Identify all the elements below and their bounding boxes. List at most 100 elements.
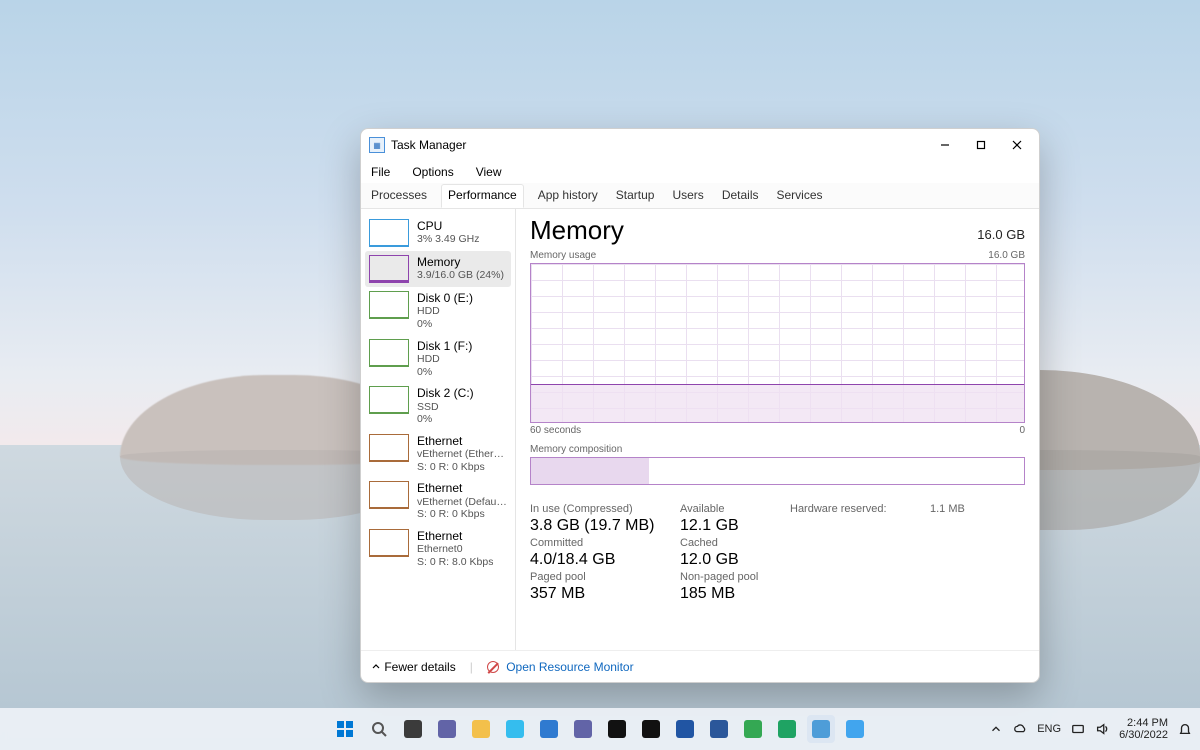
stat-nonpaged-label: Non-paged pool <box>680 571 790 583</box>
tab-details[interactable]: Details <box>718 184 763 208</box>
resource-name: CPU <box>417 219 479 233</box>
resource-sub2: 0% <box>417 413 474 426</box>
window-title: Task Manager <box>391 138 466 152</box>
memory-stats: In use (Compressed) Available Hardware r… <box>530 503 1025 603</box>
resource-sub2: 0% <box>417 366 472 379</box>
resource-name: Ethernet <box>417 481 507 495</box>
chart-label-br: 0 <box>1019 425 1025 436</box>
resource-item-eth-6[interactable]: EthernetvEthernet (Default ...S: 0 R: 0 … <box>365 477 511 525</box>
resource-name: Disk 1 (F:) <box>417 339 472 353</box>
taskbar-start-icon[interactable] <box>331 715 359 743</box>
notifications-icon[interactable] <box>1178 722 1192 736</box>
stat-hw-value: 1.1 MB <box>930 503 990 515</box>
detail-total: 16.0 GB <box>977 227 1025 242</box>
taskbar-search-icon[interactable] <box>365 715 393 743</box>
disk-thumb-icon <box>369 339 409 367</box>
stat-inuse-label: In use (Compressed) <box>530 503 680 515</box>
taskbar-calc-icon[interactable] <box>671 715 699 743</box>
tab-services[interactable]: Services <box>773 184 827 208</box>
resource-sub1: 3% 3.49 GHz <box>417 233 479 246</box>
tab-users[interactable]: Users <box>668 184 707 208</box>
taskbar-file-explorer-icon[interactable] <box>467 715 495 743</box>
close-button[interactable] <box>999 131 1035 159</box>
stat-committed-value: 4.0/18.4 GB <box>530 551 680 569</box>
tab-processes[interactable]: Processes <box>367 184 431 208</box>
volume-icon[interactable] <box>1095 722 1109 736</box>
taskbar-chrome-icon[interactable] <box>739 715 767 743</box>
eth-thumb-icon <box>369 434 409 462</box>
resource-item-mem-1[interactable]: Memory3.9/16.0 GB (24%) <box>365 251 511 287</box>
menu-view[interactable]: View <box>472 163 506 181</box>
fewer-details-button[interactable]: Fewer details <box>371 660 456 674</box>
chevron-up-icon[interactable] <box>989 722 1003 736</box>
resource-item-disk-4[interactable]: Disk 2 (C:)SSD0% <box>365 382 511 430</box>
tab-startup[interactable]: Startup <box>612 184 659 208</box>
cloud-icon[interactable] <box>1013 722 1027 736</box>
network-icon[interactable] <box>1071 722 1085 736</box>
taskbar-photos-icon[interactable] <box>841 715 869 743</box>
resource-sub1: vEthernet (Default ... <box>417 496 507 509</box>
chart-label-tl: Memory usage <box>530 250 596 261</box>
taskbar-video-icon[interactable] <box>569 715 597 743</box>
taskbar-word-icon[interactable] <box>705 715 733 743</box>
mem-thumb-icon <box>369 255 409 283</box>
taskbar-edge-dev-icon[interactable] <box>773 715 801 743</box>
menu-options[interactable]: Options <box>408 163 457 181</box>
resource-item-eth-7[interactable]: EthernetEthernet0S: 0 R: 8.0 Kbps <box>365 525 511 573</box>
stat-cached-label: Cached <box>680 537 790 549</box>
blocked-icon <box>487 661 499 673</box>
taskbar: ENG 2:44 PM 6/30/2022 <box>0 708 1200 750</box>
maximize-button[interactable] <box>963 131 999 159</box>
composition-label: Memory composition <box>530 444 1025 455</box>
tray-language[interactable]: ENG <box>1037 723 1061 735</box>
system-tray[interactable]: ENG 2:44 PM 6/30/2022 <box>989 717 1192 741</box>
tray-clock[interactable]: 2:44 PM 6/30/2022 <box>1119 717 1168 741</box>
cpu-thumb-icon <box>369 219 409 247</box>
taskbar-task-manager-icon[interactable] <box>807 715 835 743</box>
stat-avail-value: 12.1 GB <box>680 517 790 535</box>
resource-item-disk-3[interactable]: Disk 1 (F:)HDD0% <box>365 335 511 383</box>
tabbar: Processes Performance App history Startu… <box>361 183 1039 209</box>
taskbar-task-view-icon[interactable] <box>399 715 427 743</box>
menubar: File Options View <box>361 161 1039 183</box>
tray-time: 2:44 PM <box>1119 717 1168 729</box>
taskbar-terminal2-icon[interactable] <box>637 715 665 743</box>
taskbar-edge-icon[interactable] <box>501 715 529 743</box>
stat-inuse-value: 3.8 GB (19.7 MB) <box>530 517 680 535</box>
detail-title: Memory <box>530 215 624 246</box>
menu-file[interactable]: File <box>367 163 394 181</box>
window-footer: Fewer details | Open Resource Monitor <box>361 650 1039 682</box>
open-resource-monitor-label: Open Resource Monitor <box>506 660 633 674</box>
tab-app-history[interactable]: App history <box>534 184 602 208</box>
resource-item-disk-2[interactable]: Disk 0 (E:)HDD0% <box>365 287 511 335</box>
tray-date: 6/30/2022 <box>1119 729 1168 741</box>
resource-list: CPU3% 3.49 GHzMemory3.9/16.0 GB (24%)Dis… <box>361 209 516 650</box>
detail-panel: Memory 16.0 GB Memory usage 16.0 GB 60 s… <box>516 209 1039 650</box>
eth-thumb-icon <box>369 529 409 557</box>
titlebar[interactable]: ▦ Task Manager <box>361 129 1039 161</box>
taskbar-chat-icon[interactable] <box>433 715 461 743</box>
resource-item-cpu-0[interactable]: CPU3% 3.49 GHz <box>365 215 511 251</box>
resource-sub2: 0% <box>417 318 473 331</box>
resource-sub1: SSD <box>417 401 474 414</box>
task-manager-icon: ▦ <box>369 137 385 153</box>
minimize-button[interactable] <box>927 131 963 159</box>
memory-usage-chart <box>530 263 1025 423</box>
resource-sub1: HDD <box>417 305 473 318</box>
eth-thumb-icon <box>369 481 409 509</box>
task-manager-window: ▦ Task Manager File Options View Process… <box>360 128 1040 683</box>
taskbar-terminal-icon[interactable] <box>603 715 631 743</box>
resource-sub1: Ethernet0 <box>417 543 493 556</box>
tab-performance[interactable]: Performance <box>441 184 524 208</box>
resource-item-eth-5[interactable]: EthernetvEthernet (Etherne...S: 0 R: 0 K… <box>365 430 511 478</box>
resource-name: Disk 0 (E:) <box>417 291 473 305</box>
stat-cached-value: 12.0 GB <box>680 551 790 569</box>
resource-name: Ethernet <box>417 434 507 448</box>
chart-label-tr: 16.0 GB <box>988 250 1025 261</box>
stat-committed-label: Committed <box>530 537 680 549</box>
stat-paged-label: Paged pool <box>530 571 680 583</box>
disk-thumb-icon <box>369 291 409 319</box>
taskbar-store-icon[interactable] <box>535 715 563 743</box>
stat-hw-label: Hardware reserved: <box>790 503 930 515</box>
open-resource-monitor-link[interactable]: Open Resource Monitor <box>487 660 634 674</box>
